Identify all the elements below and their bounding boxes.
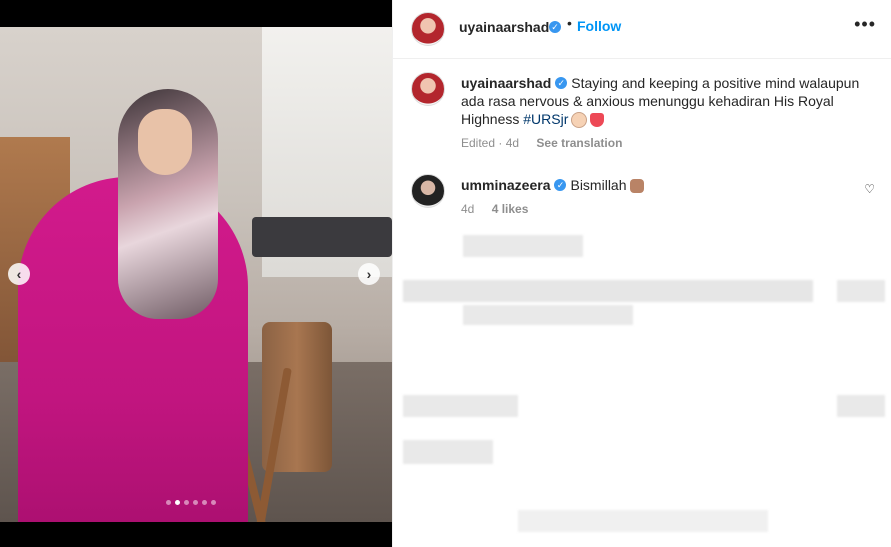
post-header: uyainaarshad ✓ • Follow ••• <box>393 0 891 59</box>
carousel-dot <box>202 500 207 505</box>
carousel-dot <box>184 500 189 505</box>
verified-badge-icon: ✓ <box>555 77 568 90</box>
post-photo[interactable] <box>0 27 392 522</box>
carousel-dot <box>193 500 198 505</box>
comment-text: umminazeera ✓ Bismillah <box>461 176 861 194</box>
post-side-panel: uyainaarshad ✓ • Follow ••• uyainaarshad… <box>392 0 891 547</box>
heart-emoji-icon <box>590 113 605 128</box>
caption-username[interactable]: uyainaarshad <box>461 75 551 91</box>
blurred-content <box>463 235 583 257</box>
blurred-content <box>518 510 768 532</box>
verified-badge-icon: ✓ <box>554 179 567 192</box>
see-translation-link[interactable]: See translation <box>536 136 622 150</box>
carousel-prev-button[interactable]: ‹ <box>8 263 30 285</box>
carousel-dot-active <box>175 500 180 505</box>
more-options-icon[interactable]: ••• <box>854 14 876 35</box>
comment-meta: 4d 4 likes <box>461 202 528 216</box>
comment-item: umminazeera ✓ Bismillah 4d 4 likes ♡ <box>411 174 881 224</box>
baby-emoji-icon <box>571 112 588 129</box>
follow-button[interactable]: Follow <box>577 18 621 34</box>
caption-block: uyainaarshad ✓ Staying and keeping a posit… <box>411 72 881 162</box>
commenter-avatar[interactable] <box>411 174 445 208</box>
heart-outline-icon[interactable]: ♡ <box>864 182 875 196</box>
caption-author-avatar[interactable] <box>411 72 445 106</box>
carousel-dots <box>166 500 216 505</box>
caption-hashtag[interactable]: #URSjr <box>523 111 568 127</box>
caption-meta: Edited · 4d See translation <box>461 136 622 150</box>
blurred-content <box>463 305 633 325</box>
comment-username[interactable]: umminazeera <box>461 177 550 193</box>
carousel-next-button[interactable]: › <box>358 263 380 285</box>
photo-person-face <box>138 109 192 175</box>
verified-badge-icon: ✓ <box>549 21 561 33</box>
comment-timestamp: 4d <box>461 202 475 216</box>
comment-likes[interactable]: 4 likes <box>492 202 529 216</box>
blurred-content <box>837 395 885 417</box>
blurred-content <box>403 280 813 302</box>
praying-hands-emoji-icon <box>629 179 644 194</box>
author-avatar[interactable] <box>411 12 445 46</box>
carousel-dot <box>211 500 216 505</box>
blurred-content <box>403 395 518 417</box>
carousel-dot <box>166 500 171 505</box>
author-username[interactable]: uyainaarshad <box>459 19 549 35</box>
caption-text: uyainaarshad ✓ Staying and keeping a posit… <box>461 74 861 129</box>
blurred-content <box>403 440 493 464</box>
post-media-panel: ‹ › <box>0 0 392 547</box>
separator-dot: • <box>567 15 572 31</box>
photo-table <box>252 217 392 257</box>
caption-timestamp: Edited · 4d <box>461 136 520 150</box>
comment-body: Bismillah <box>570 177 627 193</box>
blurred-content <box>837 280 885 302</box>
